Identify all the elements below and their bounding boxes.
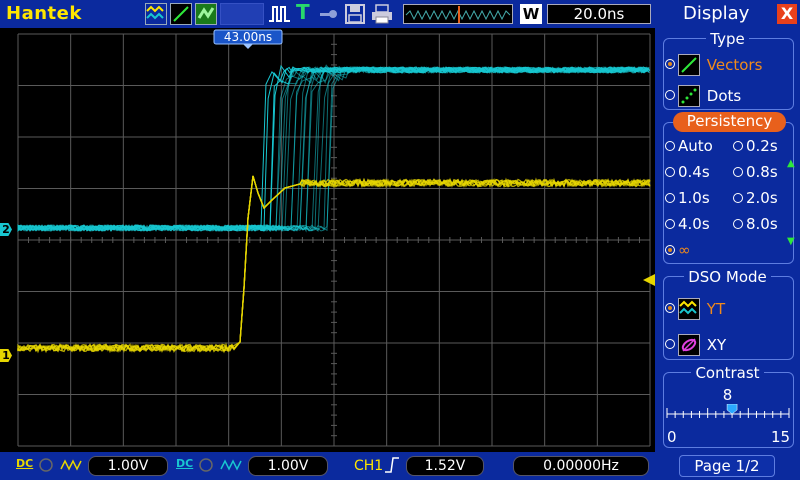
trigger-time-marker[interactable]: 43.00ns (213, 29, 283, 49)
radio-icon (665, 192, 675, 203)
save-icon[interactable] (344, 3, 366, 25)
scroll-up-icon[interactable]: ▲ (787, 158, 795, 169)
ch2-coupling[interactable]: DC (176, 457, 193, 470)
contrast-value: 8 (722, 386, 733, 404)
ch2-bw-limit-icon (198, 457, 214, 476)
status-indicator (220, 3, 264, 25)
radio-icon (665, 140, 675, 151)
radio-icon (665, 339, 675, 349)
brand-logo: Hantek (6, 3, 82, 24)
ch2-invert-icon (220, 457, 242, 476)
contrast-min: 0 (667, 428, 677, 446)
ch1-volts-readout[interactable]: 1.00V (88, 456, 168, 476)
vectors-icon (678, 54, 700, 76)
persistency-title: Persistency (673, 112, 786, 132)
radio-icon (733, 140, 743, 151)
radio-icon (665, 218, 675, 229)
ch2-trace (17, 66, 649, 232)
persist-0-2s[interactable]: 0.2s (733, 137, 778, 155)
radio-icon (665, 90, 675, 100)
dso-mode-title: DSO Mode (655, 268, 800, 286)
persist-infinite[interactable]: ∞ (665, 241, 691, 259)
scroll-down-icon[interactable]: ▼ (787, 236, 795, 247)
waveform-svg[interactable]: 43.00ns (0, 28, 655, 452)
ch1-bw-limit-icon (38, 457, 54, 476)
page-button[interactable]: Page 1/2 (679, 455, 775, 477)
graticule (17, 33, 651, 447)
persist-4-0s[interactable]: 4.0s (665, 215, 710, 233)
persistence-icon[interactable] (195, 3, 217, 25)
key-icon[interactable] (318, 3, 340, 25)
rising-edge-icon[interactable] (384, 456, 400, 477)
yt-wave-icon (678, 298, 700, 320)
slider-thumb[interactable] (726, 404, 738, 415)
ch1-coupling[interactable]: DC (16, 457, 33, 470)
display-menu-panel: Display X Type Vectors Dots Persistency … (655, 0, 800, 480)
bottom-status-bar: DC 1.00V DC 1.00V CH1 1.52V 0.00000Hz (0, 452, 655, 480)
type-title: Type (655, 30, 800, 48)
vectors-icon[interactable] (170, 3, 192, 25)
dots-icon (678, 85, 700, 107)
close-button[interactable]: X (777, 4, 797, 24)
print-icon[interactable] (370, 3, 394, 25)
contrast-slider[interactable] (665, 404, 791, 428)
radio-icon (733, 218, 743, 229)
ch1-invert-icon (60, 457, 82, 476)
frequency-readout: 0.00000Hz (513, 456, 649, 476)
radio-icon (665, 244, 675, 255)
persist-auto[interactable]: Auto (665, 137, 713, 155)
trigger-time-label: 43.00ns (224, 30, 272, 44)
waveform-display[interactable]: 43.00ns 2 1 (0, 28, 655, 452)
panel-title: Display (683, 3, 750, 24)
persist-1-0s[interactable]: 1.0s (665, 189, 710, 207)
trigger-level-marker[interactable] (643, 274, 655, 286)
radio-icon (665, 303, 675, 313)
persist-2-0s[interactable]: 2.0s (733, 189, 778, 207)
contrast-max: 15 (771, 428, 791, 446)
type-option-vectors[interactable]: Vectors (665, 54, 762, 76)
persist-0-4s[interactable]: 0.4s (665, 163, 710, 181)
persist-0-8s[interactable]: 0.8s (733, 163, 778, 181)
yt-mode-icon[interactable] (145, 3, 167, 25)
trigger-pulse-icon[interactable] (268, 3, 292, 25)
top-toolbar: Hantek T W 20.0ns (0, 0, 655, 28)
radio-icon (733, 192, 743, 203)
radio-icon (665, 166, 675, 177)
trigger-source[interactable]: CH1 (354, 458, 383, 474)
trigger-level-readout[interactable]: 1.52V (406, 456, 484, 476)
type-option-dots[interactable]: Dots (665, 85, 741, 107)
slider-thumb-shape[interactable] (726, 404, 738, 415)
timebase-readout[interactable]: 20.0ns (547, 4, 651, 24)
radio-icon (665, 59, 675, 69)
window-mode-button[interactable]: W (520, 4, 542, 24)
radio-icon (733, 166, 743, 177)
xy-lissajous-icon (678, 334, 700, 356)
panel-header: Display X (655, 0, 800, 28)
trigger-status-icon: T (296, 0, 310, 24)
memory-depth-bar[interactable] (403, 4, 513, 24)
ch2-trace (17, 66, 649, 232)
contrast-title: Contrast (655, 364, 800, 382)
persist-8-0s[interactable]: 8.0s (733, 215, 778, 233)
dso-option-yt[interactable]: YT (665, 298, 725, 320)
ch2-volts-readout[interactable]: 1.00V (248, 456, 328, 476)
dso-option-xy[interactable]: XY (665, 334, 726, 356)
